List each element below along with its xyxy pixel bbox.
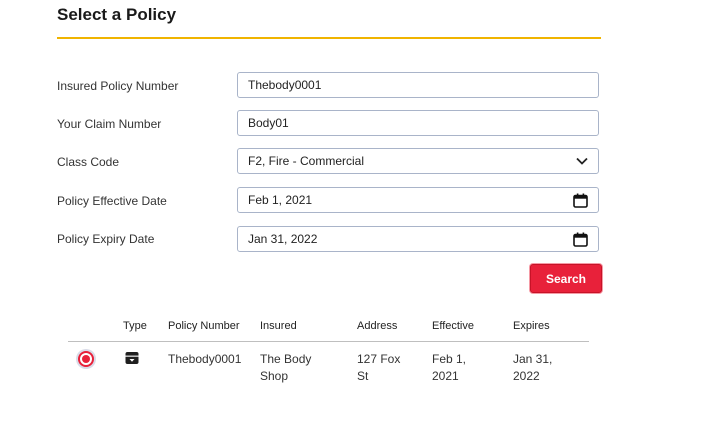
calendar-icon[interactable] [573,232,588,247]
effective-date-input[interactable]: Feb 1, 2021 [237,187,599,213]
insured-policy-number-input[interactable]: Thebody0001 [237,72,599,98]
claim-number-label: Your Claim Number [57,117,162,131]
expiry-date-label: Policy Expiry Date [57,232,155,246]
insured-cell: The Body Shop [260,351,311,385]
column-header-address: Address [357,320,398,332]
column-header-insured: Insured [260,320,297,332]
table-header-divider [68,341,589,342]
chevron-down-icon [576,157,588,165]
class-code-label: Class Code [57,155,120,169]
class-code-select[interactable]: F2, Fire - Commercial [237,148,599,174]
column-header-expires: Expires [513,320,550,332]
address-line-1: 127 Fox [357,352,401,366]
claim-number-input[interactable]: Body01 [237,110,599,136]
address-line-2: St [357,369,369,383]
column-header-effective: Effective [432,320,474,332]
archive-box-icon [125,351,139,365]
page-title: Select a Policy [57,5,177,24]
search-button[interactable]: Search [530,264,602,293]
expires-line-2: 2022 [513,369,540,383]
column-header-type: Type [123,320,147,332]
insured-policy-number-value: Thebody0001 [248,78,322,92]
claim-number-value: Body01 [248,116,289,130]
effective-cell: Feb 1, 2021 [432,351,466,385]
insured-line-1: The Body [260,352,312,366]
effective-line-2: 2021 [432,369,459,383]
row-select-radio[interactable] [78,351,94,367]
column-header-policy-number: Policy Number [168,320,240,332]
policy-number-cell: Thebody0001 [168,351,241,368]
policy-number-text: Thebody0001 [168,352,242,366]
address-cell: 127 Fox St [357,351,400,385]
expiry-date-input[interactable]: Jan 31, 2022 [237,226,599,252]
expires-line-1: Jan 31, [513,352,553,366]
class-code-value: F2, Fire - Commercial [248,154,365,168]
expiry-date-value: Jan 31, 2022 [248,232,318,246]
insured-policy-number-label: Insured Policy Number [57,79,179,93]
calendar-icon[interactable] [573,193,588,208]
effective-date-value: Feb 1, 2021 [248,193,313,207]
expires-cell: Jan 31, 2022 [513,351,552,385]
effective-line-1: Feb 1, [432,352,467,366]
insured-line-2: Shop [260,369,289,383]
effective-date-label: Policy Effective Date [57,194,167,208]
title-divider [57,37,601,39]
